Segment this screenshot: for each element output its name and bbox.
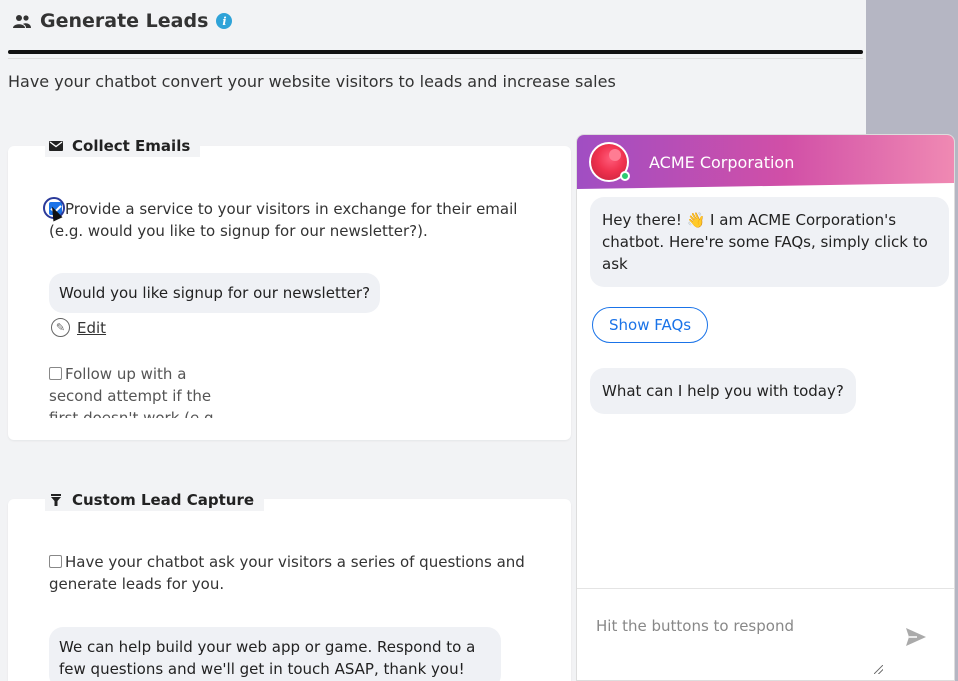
prompt-text: What can I help you with today? (602, 382, 844, 400)
newsletter-message-preview: Would you like signup for our newsletter… (49, 273, 381, 313)
custom-lead-option-label: Have your chatbot ask your visitors a se… (49, 553, 525, 593)
chatbot-company-name: ACME Corporation (649, 152, 795, 172)
custom-lead-title: Custom Lead Capture (72, 491, 255, 509)
envelope-icon (49, 141, 63, 151)
show-faqs-button[interactable]: Show FAQs (592, 307, 709, 343)
avatar-highlight (609, 149, 621, 161)
edit-message-link[interactable]: ✎ Edit (51, 318, 106, 337)
chat-input-field[interactable]: Hit the buttons to respond (596, 617, 794, 635)
info-icon[interactable]: i (216, 13, 233, 29)
page-header: Generate Leads i (12, 8, 233, 34)
bot-greeting-message: Hey there! 👋 I am ACME Corporation's cha… (590, 197, 949, 287)
show-faqs-label: Show FAQs (609, 316, 692, 334)
online-status-icon (620, 171, 630, 181)
followup-checkbox[interactable] (49, 367, 62, 380)
people-icon (13, 15, 31, 28)
bot-prompt-message: What can I help you with today? (590, 368, 856, 414)
lead-message-preview: We can help build your web app or game. … (49, 627, 501, 681)
followup-label: Follow up with a second attempt if the f… (49, 365, 219, 418)
send-icon[interactable] (905, 627, 927, 647)
chat-input-area: Hit the buttons to respond (577, 588, 954, 680)
lead-message-text: We can help build your web app or game. … (59, 638, 476, 678)
collect-emails-title: Collect Emails (72, 137, 191, 155)
page-subtitle: Have your chatbot convert your website v… (8, 72, 616, 91)
header-divider (8, 50, 863, 54)
filter-icon (51, 494, 61, 506)
newsletter-message-text: Would you like signup for our newsletter… (59, 284, 371, 302)
custom-lead-checkbox[interactable] (49, 555, 62, 568)
followup-option: Follow up with a second attempt if the f… (49, 363, 219, 418)
edit-label: Edit (77, 318, 107, 337)
collect-emails-option: Provide a service to your visitors in ex… (49, 198, 529, 242)
bot-avatar (589, 142, 630, 182)
page-title: Generate Leads (40, 10, 209, 32)
pencil-icon: ✎ (51, 318, 70, 337)
custom-lead-legend: Custom Lead Capture (45, 489, 265, 511)
chatbot-widget: ACME Corporation Hey there! 👋 I am ACME … (576, 134, 955, 681)
header-divider-light (8, 58, 863, 59)
greeting-text: Hey there! 👋 I am ACME Corporation's cha… (602, 211, 928, 273)
chatbot-header: ACME Corporation (577, 135, 954, 189)
resize-handle-icon[interactable] (874, 665, 883, 674)
collect-emails-legend: Collect Emails (45, 135, 201, 157)
collect-emails-option-label: Provide a service to your visitors in ex… (49, 200, 518, 240)
custom-lead-option: Have your chatbot ask your visitors a se… (49, 551, 529, 595)
